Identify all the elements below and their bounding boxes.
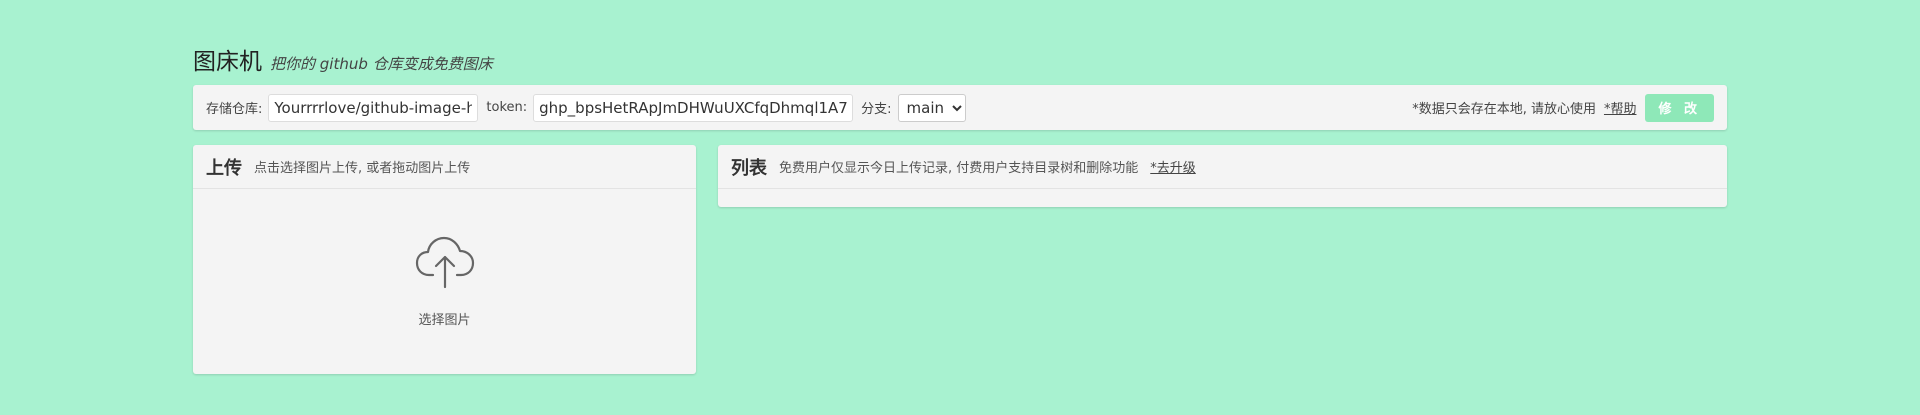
token-input[interactable] — [533, 93, 854, 122]
page-title: 图床机 — [193, 49, 262, 75]
upload-dropzone[interactable]: 选择图片 — [193, 189, 696, 374]
page-header: 图床机 把你的 github 仓库变成免费图床 — [193, 42, 493, 76]
repo-label: 存储仓库: — [206, 102, 263, 117]
list-panel: 列表 免费用户仅显示今日上传记录, 付费用户支持目录树和删除功能 *去升级 — [718, 145, 1727, 207]
help-link[interactable]: *帮助 — [1604, 98, 1637, 117]
upload-panel-header: 上传 点击选择图片上传, 或者拖动图片上传 — [193, 145, 696, 189]
branch-select[interactable]: main — [897, 93, 966, 122]
upload-panel: 上传 点击选择图片上传, 或者拖动图片上传 选择图片 — [193, 145, 696, 374]
config-bar: 存储仓库: token: 分支: main *数据只会存在本地, 请放心使用 *… — [193, 85, 1727, 130]
edit-button[interactable]: 修 改 — [1645, 93, 1714, 122]
repo-input[interactable] — [268, 93, 479, 122]
cloud-upload-icon[interactable] — [415, 235, 475, 289]
select-image-label[interactable]: 选择图片 — [418, 309, 470, 328]
local-storage-notice: *数据只会存在本地, 请放心使用 — [1412, 102, 1596, 117]
page-subtitle: 把你的 github 仓库变成免费图床 — [270, 55, 493, 73]
upgrade-link[interactable]: *去升级 — [1150, 157, 1196, 176]
list-description: 免费用户仅显示今日上传记录, 付费用户支持目录树和删除功能 — [779, 161, 1139, 176]
list-title: 列表 — [731, 157, 767, 179]
branch-label: 分支: — [861, 102, 892, 117]
upload-description: 点击选择图片上传, 或者拖动图片上传 — [254, 161, 471, 176]
token-label: token: — [486, 100, 528, 115]
upload-title: 上传 — [206, 157, 242, 179]
list-panel-header: 列表 免费用户仅显示今日上传记录, 付费用户支持目录树和删除功能 *去升级 — [718, 145, 1727, 189]
